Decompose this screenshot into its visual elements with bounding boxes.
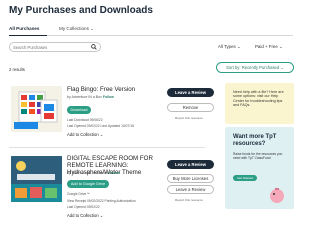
leave-review-button[interactable]: Leave a Review [167,160,214,169]
help-promo-text: Need help with a file? Here are some opt… [233,90,284,107]
follow-button[interactable]: Follow [109,171,120,175]
tabs-bar: All Purchases My Collections ⌄ [9,24,293,36]
search-icon-graphic [91,44,97,50]
escape-room-image [11,156,62,202]
last-opened-updated: Last Opened 09/02/22 Last Updated 10/07/… [67,124,134,128]
promo-subtext: Raise funds for the resources you need w… [233,152,283,160]
purchase-item: Flag Bingo: Free Version by Adventure IN… [9,82,214,148]
purchase-item: DIGITAL ESCAPE ROOM FOR REMOTE LEARNING:… [9,152,214,240]
product-thumbnail[interactable] [11,156,62,202]
follow-button[interactable]: Follow [103,95,114,99]
buy-more-licenses-button[interactable]: Buy More Licenses [167,174,214,183]
add-to-google-drive-button[interactable]: Add to Google Drive [67,180,109,188]
search-input[interactable] [13,44,87,51]
tab-all-purchases[interactable]: All Purchases [9,24,47,36]
sort-dropdown[interactable]: Sort by: Recently Purchased ⌄ [216,62,294,73]
help-promo-card: Need help with a file? Here are some opt… [225,83,294,124]
add-to-collection[interactable]: Add to Collection ⌄ [67,132,103,137]
author-name[interactable]: by Adventure IN a Box [67,95,102,99]
results-count: 2 results [9,67,25,72]
leave-review-secondary-button[interactable]: Leave a Review [167,185,214,194]
author-name[interactable]: by Science with Ms Daniel [67,171,108,175]
last-opened: Last Opened 09/02/22 [67,205,100,209]
remove-button[interactable]: Remove [167,103,214,112]
search-icon[interactable] [91,44,97,53]
get-started-button[interactable]: Get Started [233,175,257,181]
product-author: by Adventure IN a Box Follow [67,95,114,99]
product-thumbnail[interactable] [11,86,62,132]
receipt-links[interactable]: View Receipt 09/02/2022 Printing Authori… [67,199,136,203]
product-title[interactable]: Flag Bingo: Free Version [67,86,135,93]
promo-heading: Want more TpT resources? [233,134,277,147]
tab-my-collections[interactable]: My Collections ⌄ [59,24,94,36]
report-resource-link[interactable]: Report this resource [175,116,203,120]
search-box[interactable] [9,42,101,52]
google-drive-label: Google Drive™ [67,192,90,196]
download-button[interactable]: Download [67,106,91,114]
types-filter-dropdown[interactable]: All Types ⌄ [218,44,241,50]
add-to-collection[interactable]: Add to Collection ⌄ [67,213,103,218]
piggy-bank-icon [270,188,284,203]
price-filter-dropdown[interactable]: Paid + Free ⌄ [255,44,283,50]
page-title: My Purchases and Downloads [9,5,153,16]
leave-review-button[interactable]: Leave a Review [167,88,214,97]
last-download: Last Download 09/06/22 [67,118,103,122]
bingo-card-image [14,91,58,129]
tpt-classfund-promo: Want more TpT resources? Raise funds for… [225,127,294,209]
product-author: by Science with Ms Daniel Follow [67,171,120,175]
report-resource-link[interactable]: Report this resource [175,198,203,202]
